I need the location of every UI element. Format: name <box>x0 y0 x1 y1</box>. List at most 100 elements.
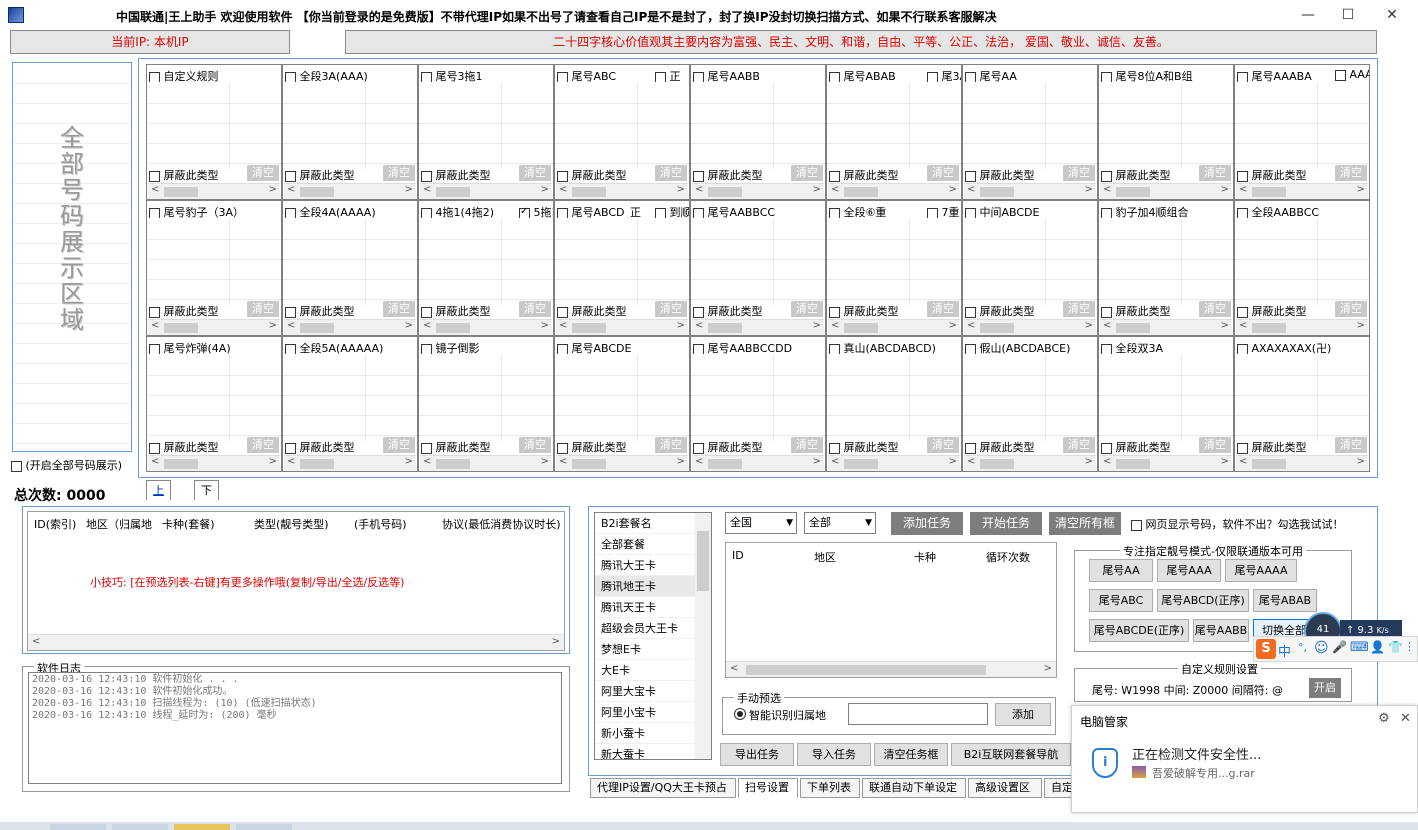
pretty-aabb-button[interactable]: 尾号AABB <box>1193 619 1249 642</box>
scroll-left-icon[interactable]: < <box>831 320 839 331</box>
minimize-button[interactable]: — <box>1288 4 1328 26</box>
emoji-icon[interactable]: ☺ <box>1314 640 1329 656</box>
scroll-thumb[interactable] <box>164 187 198 197</box>
scroll-thumb[interactable] <box>164 459 198 469</box>
cell-hscrollbar[interactable]: < > <box>1100 455 1232 471</box>
block-type-checkbox[interactable] <box>149 306 160 318</box>
col-package[interactable]: 卡种(套餐) <box>162 516 215 532</box>
clear-button[interactable]: 清空 <box>1199 165 1231 181</box>
smart-region-radio[interactable] <box>734 708 746 720</box>
scroll-right-icon[interactable]: > <box>541 184 549 195</box>
rule-checkbox[interactable] <box>693 343 704 354</box>
cell-hscrollbar[interactable]: < > <box>420 319 552 335</box>
package-list[interactable]: B2i套餐名 全部套餐 腾讯大王卡 腾讯地王卡 腾讯天王卡 超级会员大王卡 梦想E卡 大E卡阿… <box>594 512 712 760</box>
scroll-right-icon[interactable]: > <box>949 184 957 195</box>
scroll-thumb[interactable] <box>436 187 470 197</box>
taskbar-item[interactable] <box>50 824 106 830</box>
rule-checkbox[interactable] <box>1101 343 1112 354</box>
scroll-left-icon[interactable]: < <box>287 320 295 331</box>
scroll-left-icon[interactable]: < <box>32 636 40 647</box>
rule-checkbox[interactable] <box>285 343 296 354</box>
cell-hscrollbar[interactable]: < > <box>556 319 688 335</box>
scroll-right-icon[interactable]: > <box>1357 184 1365 195</box>
scroll-thumb[interactable] <box>1252 459 1286 469</box>
cell-hscrollbar[interactable]: < > <box>556 183 688 199</box>
cell-hscrollbar[interactable]: < > <box>1236 455 1368 471</box>
scroll-thumb[interactable] <box>572 323 606 333</box>
scroll-right-icon[interactable]: > <box>541 456 549 467</box>
scroll-right-icon[interactable]: > <box>1085 320 1093 331</box>
ime-mode-icon[interactable]: 中 <box>1278 641 1291 660</box>
cell-hscrollbar[interactable]: < > <box>828 319 960 335</box>
scroll-right-icon[interactable]: > <box>813 184 821 195</box>
taskbar-item[interactable] <box>112 824 168 830</box>
col-id[interactable]: ID(索引) <box>34 516 76 532</box>
cell-hscrollbar[interactable]: < > <box>1100 183 1232 199</box>
scroll-right-icon[interactable]: > <box>1357 456 1365 467</box>
rule-checkbox[interactable] <box>1101 207 1112 218</box>
microphone-icon[interactable]: 🎤 <box>1332 640 1347 654</box>
scroll-left-icon[interactable]: < <box>967 320 975 331</box>
block-type-checkbox[interactable] <box>829 170 840 182</box>
scroll-thumb[interactable] <box>708 459 742 469</box>
pretty-abc-button[interactable]: 尾号ABC <box>1089 589 1153 612</box>
rule-checkbox[interactable] <box>149 207 160 218</box>
scroll-left-icon[interactable]: < <box>695 456 703 467</box>
sogou-logo-icon[interactable]: S <box>1256 639 1276 659</box>
rule-checkbox[interactable] <box>557 343 568 354</box>
scroll-right-icon[interactable]: > <box>677 184 685 195</box>
type-select[interactable]: 全部 ▼ <box>804 512 876 534</box>
rule-checkbox[interactable] <box>829 207 840 218</box>
scroll-thumb[interactable] <box>1116 459 1150 469</box>
clear-button[interactable]: 清空 <box>1063 437 1095 453</box>
clear-button[interactable]: 清空 <box>519 165 551 181</box>
scroll-left-icon[interactable]: < <box>831 184 839 195</box>
rule-extra-checkbox[interactable] <box>1335 69 1346 81</box>
scroll-right-icon[interactable]: > <box>269 456 277 467</box>
scroll-right-icon[interactable]: > <box>552 636 560 647</box>
scroll-right-icon[interactable]: > <box>813 320 821 331</box>
rule-checkbox[interactable] <box>829 343 840 354</box>
scroll-thumb[interactable] <box>572 187 606 197</box>
clear-button[interactable]: 清空 <box>927 165 959 181</box>
scroll-right-icon[interactable]: > <box>1221 184 1229 195</box>
rule-extra-option[interactable]: 正 <box>655 68 681 82</box>
cell-hscrollbar[interactable]: < > <box>964 183 1096 199</box>
cell-hscrollbar[interactable]: < > <box>284 183 416 199</box>
scroll-left-icon[interactable]: < <box>831 456 839 467</box>
pretty-aaaa-button[interactable]: 尾号AAAA <box>1225 559 1297 582</box>
scroll-thumb[interactable] <box>844 323 878 333</box>
scroll-thumb[interactable] <box>980 459 1014 469</box>
scroll-left-icon[interactable]: < <box>559 456 567 467</box>
web-show-checkbox[interactable] <box>1131 519 1142 531</box>
user-icon[interactable]: 👤 <box>1370 640 1385 654</box>
rule-extra-option[interactable]: AAAAB/ <box>1335 68 1369 81</box>
package-list-item[interactable]: 新小蚕卡 <box>595 723 711 744</box>
cell-hscrollbar[interactable]: < > <box>284 319 416 335</box>
scroll-thumb[interactable] <box>164 323 198 333</box>
scroll-thumb[interactable] <box>436 323 470 333</box>
rule-checkbox[interactable] <box>557 71 568 82</box>
cell-hscrollbar[interactable]: < > <box>692 319 824 335</box>
cell-hscrollbar[interactable]: < > <box>148 455 280 471</box>
block-type-checkbox[interactable] <box>421 306 432 318</box>
maximize-button[interactable]: ☐ <box>1328 4 1368 26</box>
task-hscrollbar[interactable]: < > <box>726 661 1056 677</box>
clear-button[interactable]: 清空 <box>383 301 415 317</box>
scroll-right-icon[interactable]: > <box>1357 320 1365 331</box>
col-agreement[interactable]: 协议(最低消费协议时长) <box>442 516 561 532</box>
log-output[interactable]: 2020-03-16 12:43:10 软件初始化 . . . 2020-03-… <box>28 672 562 784</box>
rule-checkbox[interactable] <box>285 71 296 82</box>
col-region[interactable]: 地区（归属地 <box>86 516 152 532</box>
rule-checkbox[interactable] <box>421 207 432 218</box>
rule-extra-checkbox[interactable] <box>519 206 530 218</box>
import-task-button[interactable]: 导入任务 <box>797 743 871 766</box>
clear-button[interactable]: 清空 <box>791 437 823 453</box>
punctuation-icon[interactable]: °, <box>1298 641 1307 654</box>
scroll-right-icon[interactable]: > <box>541 320 549 331</box>
cell-hscrollbar[interactable]: < > <box>964 319 1096 335</box>
scroll-right-icon[interactable]: > <box>1044 663 1052 674</box>
clear-button[interactable]: 清空 <box>655 301 687 317</box>
scroll-thumb[interactable] <box>844 459 878 469</box>
rule-extra-checkbox[interactable] <box>927 71 938 82</box>
